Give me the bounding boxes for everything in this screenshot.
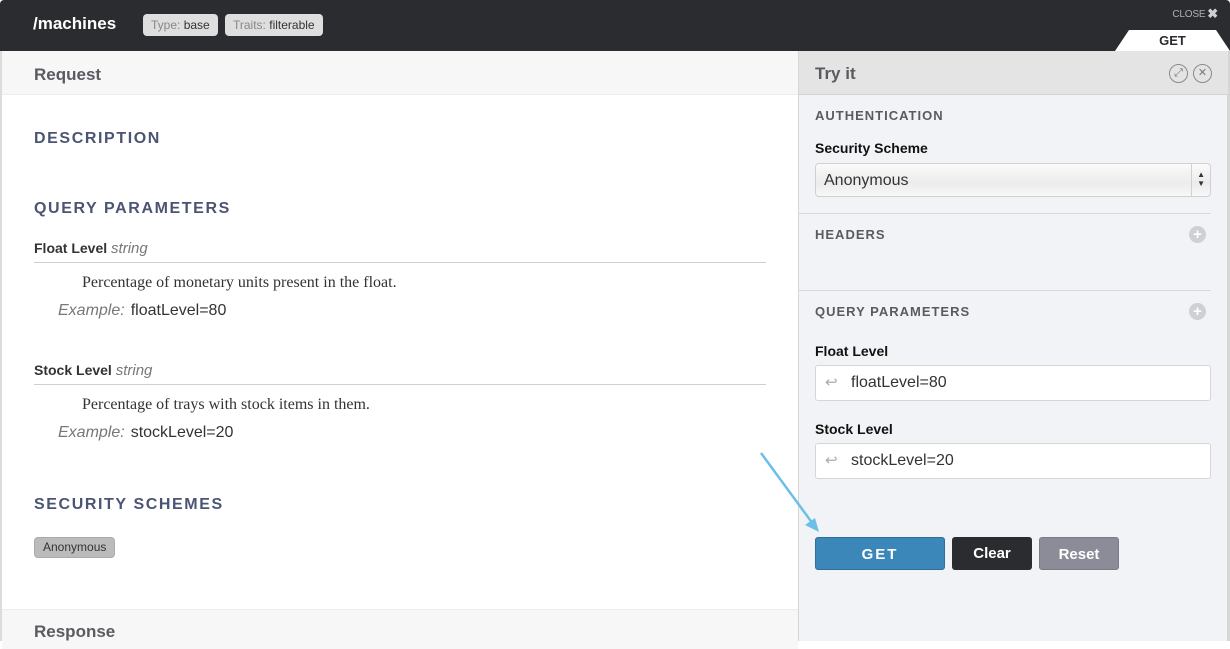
close-panel-icon[interactable]: ✕ bbox=[1193, 64, 1212, 83]
clear-button[interactable]: Clear bbox=[952, 537, 1032, 570]
param-type: string bbox=[111, 240, 148, 257]
method-tab-label: GET bbox=[1159, 33, 1186, 48]
tag-key: Traits: bbox=[233, 18, 266, 32]
divider bbox=[799, 290, 1211, 291]
security-schemes-title: SECURITY SCHEMES bbox=[34, 496, 224, 513]
float-level-field[interactable]: ↩ bbox=[815, 365, 1211, 401]
example-value: stockLevel=20 bbox=[130, 424, 234, 441]
tag-key: Type: bbox=[151, 18, 181, 32]
annotation-arrow-icon bbox=[759, 452, 819, 532]
security-scheme-badge: Anonymous bbox=[34, 537, 116, 558]
param-description: Percentage of trays with stock items in … bbox=[82, 396, 370, 413]
query-parameters-title: QUERY PARAMETERS bbox=[815, 304, 971, 319]
divider bbox=[799, 213, 1211, 214]
close-button[interactable]: CLOSE ✖ bbox=[1172, 6, 1218, 22]
param-example: Example: floatLevel=80 bbox=[58, 302, 226, 320]
method-tab-get[interactable]: GET bbox=[1115, 30, 1230, 51]
try-it-heading: Try it bbox=[815, 64, 856, 83]
param-name: Stock Level string bbox=[34, 362, 152, 379]
type-tag: Type: base bbox=[143, 14, 218, 36]
tag-value: filterable bbox=[269, 18, 315, 32]
request-panel: Request DESCRIPTION QUERY PARAMETERS Flo… bbox=[0, 51, 798, 649]
divider bbox=[34, 262, 766, 263]
request-heading: Request bbox=[34, 65, 102, 84]
expand-icon[interactable]: ⤢ bbox=[1169, 64, 1188, 83]
close-icon: ✖ bbox=[1207, 6, 1218, 21]
param-name-text: Stock Level bbox=[34, 362, 112, 378]
divider bbox=[34, 384, 766, 385]
select-separator bbox=[1191, 164, 1192, 196]
param-example: Example: stockLevel=20 bbox=[58, 424, 233, 442]
undo-icon[interactable]: ↩ bbox=[825, 451, 838, 469]
response-heading: Response bbox=[34, 622, 116, 641]
reset-button[interactable]: Reset bbox=[1039, 537, 1119, 570]
add-header-icon[interactable]: + bbox=[1189, 226, 1206, 243]
param-name-text: Float Level bbox=[34, 240, 108, 256]
security-scheme-select[interactable]: Anonymous ▲ ▼ bbox=[815, 163, 1211, 197]
undo-icon[interactable]: ↩ bbox=[825, 373, 838, 391]
try-it-header: Try it ⤢ ✕ bbox=[799, 51, 1228, 95]
request-header: Request bbox=[2, 51, 798, 95]
response-header[interactable]: Response bbox=[2, 609, 798, 649]
example-label: Example: bbox=[58, 302, 125, 319]
field-label: Float Level bbox=[815, 343, 889, 359]
security-scheme-label: Security Scheme bbox=[815, 140, 928, 156]
resource-header: /machines Type: base Traits: filterable … bbox=[0, 0, 1230, 51]
param-type: string bbox=[115, 362, 153, 379]
traits-tag: Traits: filterable bbox=[225, 14, 323, 36]
authentication-title: AUTHENTICATION bbox=[815, 108, 944, 123]
try-it-panel: Try it ⤢ ✕ AUTHENTICATION Security Schem… bbox=[798, 51, 1230, 641]
stock-level-input[interactable] bbox=[851, 452, 1191, 470]
add-query-param-icon[interactable]: + bbox=[1189, 303, 1206, 320]
get-button[interactable]: GET bbox=[815, 537, 945, 570]
example-value: floatLevel=80 bbox=[130, 302, 227, 319]
float-level-input[interactable] bbox=[851, 374, 1191, 392]
field-label: Stock Level bbox=[815, 421, 893, 437]
headers-title: HEADERS bbox=[815, 227, 886, 242]
close-label: CLOSE bbox=[1172, 9, 1206, 20]
example-label: Example: bbox=[58, 424, 125, 441]
stock-level-field[interactable]: ↩ bbox=[815, 443, 1211, 479]
param-description: Percentage of monetary units present in … bbox=[82, 274, 397, 291]
param-name: Float Level string bbox=[34, 240, 148, 257]
tag-value: base bbox=[183, 18, 210, 32]
select-value: Anonymous bbox=[824, 172, 909, 189]
select-arrows-icon: ▲ ▼ bbox=[1197, 170, 1205, 188]
query-parameters-title: QUERY PARAMETERS bbox=[34, 200, 231, 217]
resource-path-title: /machines bbox=[33, 14, 117, 33]
description-title: DESCRIPTION bbox=[34, 130, 161, 147]
